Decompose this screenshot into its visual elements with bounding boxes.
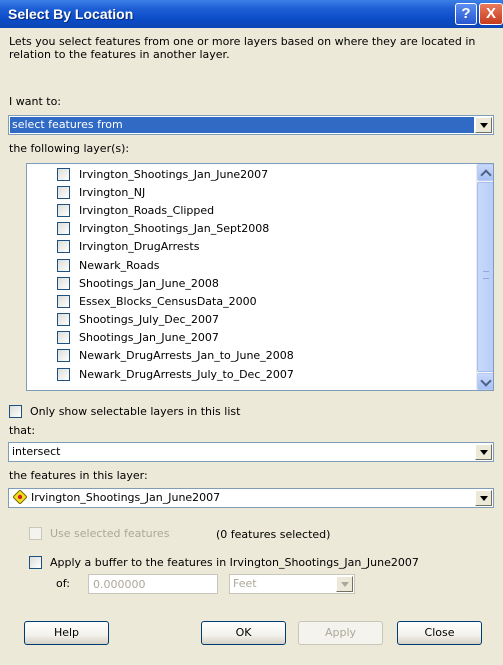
scroll-thumb[interactable] (477, 182, 493, 372)
close-title-button[interactable]: X (479, 3, 503, 25)
layer-label: Newark_Roads (79, 259, 160, 272)
use-selected-checkbox[interactable] (29, 527, 42, 540)
only-selectable-checkbox[interactable] (9, 405, 22, 418)
layer-checkbox[interactable] (57, 295, 70, 308)
use-selected-label: Use selected features (50, 527, 170, 540)
buffer-checkbox[interactable] (29, 556, 42, 569)
ok-button[interactable]: OK (201, 621, 286, 645)
dropdown-arrow-icon[interactable] (336, 576, 353, 592)
i-want-to-label: I want to: (9, 95, 62, 108)
layer-checkbox[interactable] (57, 240, 70, 253)
layer-label: Irvington_DrugArrests (79, 240, 200, 253)
layer-checkbox[interactable] (57, 277, 70, 290)
layer-checkbox[interactable] (57, 186, 70, 199)
layer-label: Shootings_Jan_June_2008 (79, 277, 219, 290)
apply-button[interactable]: Apply (298, 621, 383, 645)
buffer-units-dropdown[interactable]: Feet (229, 574, 355, 594)
layer-checkbox[interactable] (57, 331, 70, 344)
spatial-relationship-dropdown[interactable]: intersect (8, 442, 494, 462)
buffer-of-label: of: (56, 577, 70, 590)
layer-label: Shootings_Jan_June_2007 (79, 331, 219, 344)
source-layer-dropdown[interactable]: Irvington_Shootings_Jan_June2007 (8, 488, 494, 508)
dropdown-arrow-icon[interactable] (475, 490, 492, 506)
layer-checkbox[interactable] (57, 313, 70, 326)
that-label: that: (9, 424, 36, 437)
grip-icon (483, 271, 489, 279)
layer-checkbox[interactable] (57, 222, 70, 235)
layer-list-scrollbar[interactable] (476, 164, 493, 390)
layer-label: Irvington_NJ (79, 186, 146, 199)
buffer-units-value: Feet (233, 577, 257, 590)
layer-label: Irvington_Shootings_Jan_Sept2008 (79, 222, 270, 235)
selected-count-text: (0 features selected) (216, 528, 331, 541)
scroll-up-arrow-icon[interactable] (477, 164, 493, 181)
spatial-relationship-value: intersect (12, 445, 61, 458)
layer-label: Essex_Blocks_CensusData_2000 (79, 295, 257, 308)
dropdown-arrow-icon[interactable] (475, 117, 492, 133)
target-layers-list[interactable]: Irvington_Shootings_Jan_June2007 Irvingt… (26, 163, 494, 391)
source-layer-label: the features in this layer: (9, 469, 148, 482)
dialog-description: Lets you select features from one or mor… (9, 35, 476, 61)
buffer-label: Apply a buffer to the features in Irving… (50, 556, 419, 569)
help-title-button[interactable]: ? (455, 3, 477, 25)
selection-method-value: select features from (10, 117, 474, 133)
layer-checkbox[interactable] (57, 349, 70, 362)
selection-method-dropdown[interactable]: select features from (8, 115, 494, 135)
layer-checkbox[interactable] (57, 368, 70, 381)
help-button[interactable]: Help (24, 621, 109, 645)
buffer-distance-value: 0.000000 (93, 578, 146, 591)
point-layer-icon (13, 490, 27, 504)
layer-checkbox[interactable] (57, 168, 70, 181)
layer-label: Shootings_July_Dec_2007 (79, 313, 220, 326)
layer-label: Irvington_Shootings_Jan_June2007 (79, 168, 269, 181)
layer-label: Irvington_Roads_Clipped (79, 204, 215, 217)
layer-label: Newark_DrugArrests_July_to_Dec_2007 (79, 368, 294, 381)
source-layer-value: Irvington_Shootings_Jan_June2007 (31, 491, 221, 504)
dropdown-arrow-icon[interactable] (475, 444, 492, 460)
title-bar[interactable]: Select By Location ? X (0, 0, 503, 28)
select-by-location-dialog: Select By Location ? X Lets you select f… (0, 0, 503, 665)
dialog-title: Select By Location (8, 6, 134, 22)
only-selectable-label: Only show selectable layers in this list (30, 405, 241, 418)
layer-checkbox[interactable] (57, 204, 70, 217)
buffer-distance-input[interactable]: 0.000000 (88, 574, 218, 594)
scroll-down-arrow-icon[interactable] (477, 373, 493, 390)
following-layers-label: the following layer(s): (9, 142, 130, 155)
close-button[interactable]: Close (397, 621, 482, 645)
layer-checkbox[interactable] (57, 259, 70, 272)
layer-label: Newark_DrugArrests_Jan_to_June_2008 (79, 349, 294, 362)
